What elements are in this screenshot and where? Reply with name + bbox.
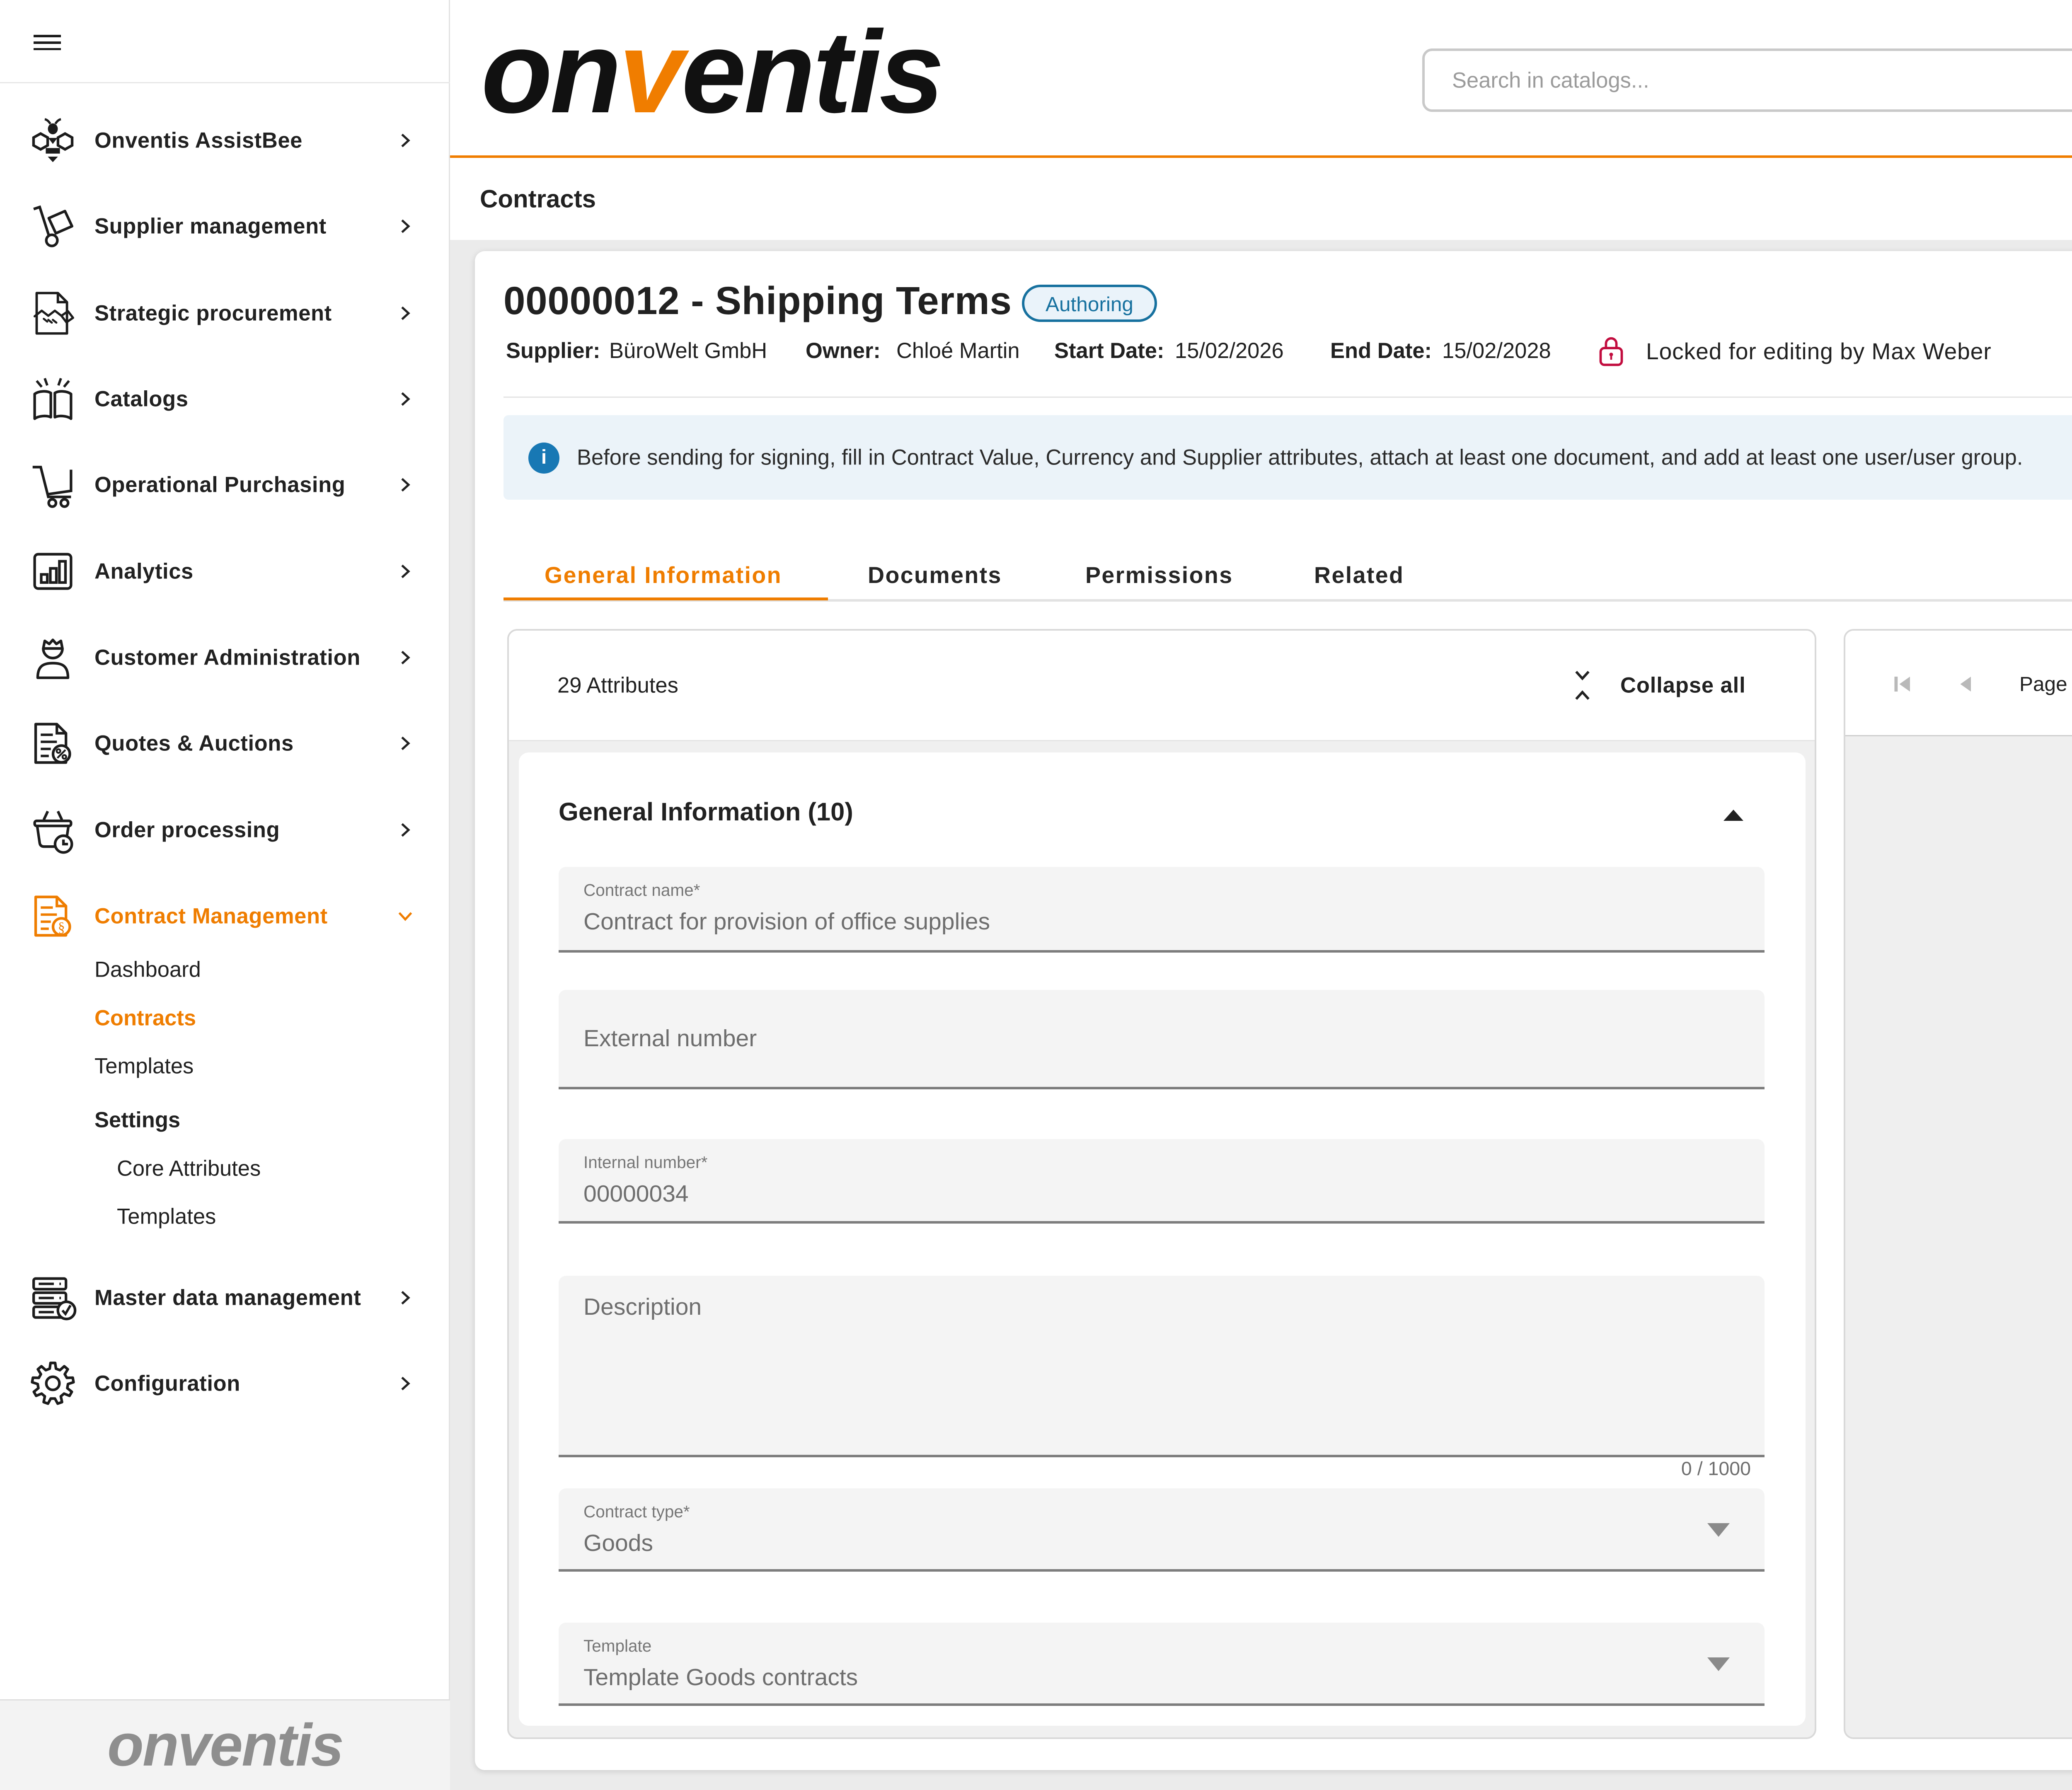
svg-text:§: § [58,920,65,935]
